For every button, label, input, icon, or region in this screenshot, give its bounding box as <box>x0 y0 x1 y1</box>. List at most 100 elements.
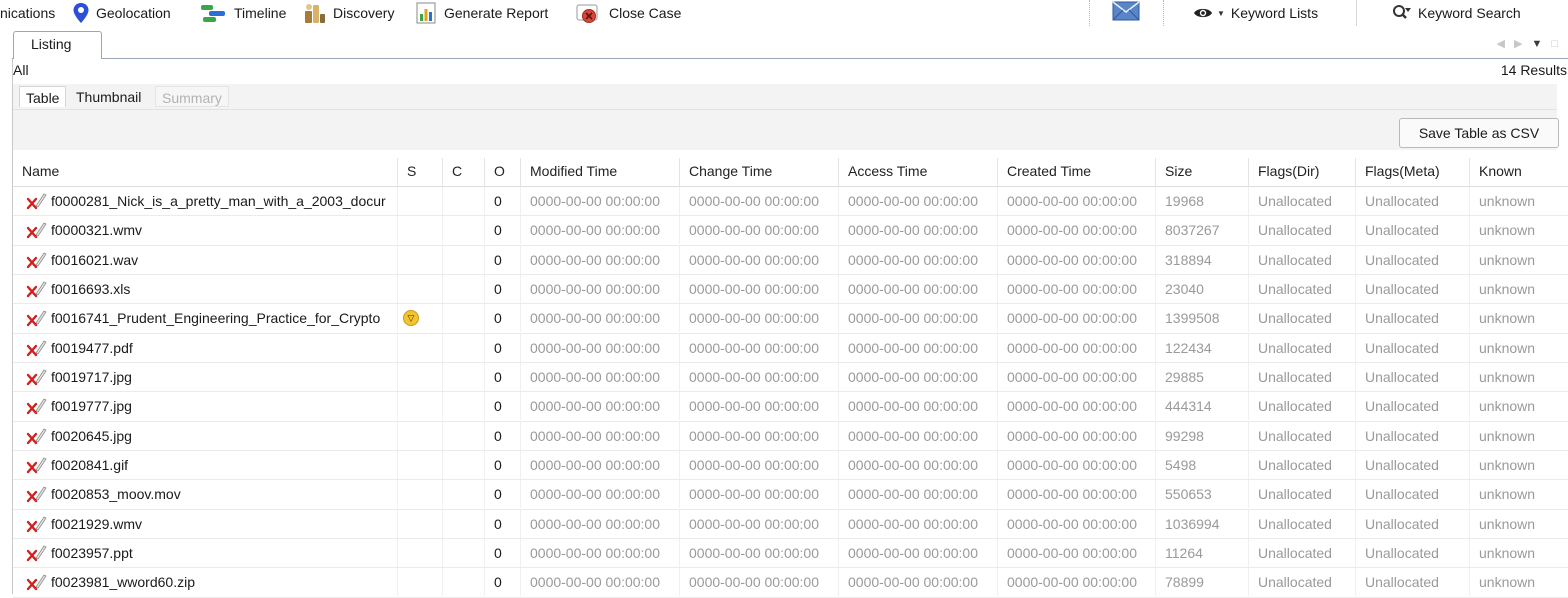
cell-name: f0000281_Nick_is_a_pretty_man_with_a_200… <box>13 187 397 215</box>
table-row[interactable]: f0020853_moov.mov 0 0000-00-00 00:00:00 000… <box>13 480 1568 510</box>
listing-panel: All 14 Results Table Thumbnail Summary S… <box>12 59 1568 598</box>
close-case-button[interactable]: Close Case <box>575 2 681 24</box>
table-row[interactable]: f0020841.gif 0 0000-00-00 00:00:00 0000-00-… <box>13 450 1568 481</box>
results-count-suffix: Results <box>1520 62 1567 78</box>
table-row[interactable]: f0019717.jpg 0 0000-00-00 00:00:00 0000-00-… <box>13 362 1568 393</box>
scroll-tabs-right-icon[interactable]: ▶ <box>1514 37 1522 51</box>
cell-flags-dir: Unallocated <box>1248 480 1355 509</box>
deleted-file-icon <box>26 281 47 298</box>
column-header-s[interactable]: S <box>397 158 442 186</box>
generate-report-button[interactable]: Generate Report <box>416 2 548 24</box>
cell-created-time: 0000-00-00 00:00:00 <box>997 274 1155 303</box>
cell-flags-dir: Unallocated <box>1248 538 1355 567</box>
tab-table[interactable]: Table <box>19 86 67 107</box>
table-row[interactable]: f0019777.jpg 0 0000-00-00 00:00:00 0000-00-… <box>13 392 1568 422</box>
save-table-csv-button[interactable]: Save Table as CSV <box>1399 118 1559 148</box>
cell-access-time: 0000-00-00 00:00:00 <box>838 538 997 567</box>
table-row[interactable]: f0020645.jpg 0 0000-00-00 00:00:00 0000-00-… <box>13 421 1568 451</box>
cell-flags-dir: Unallocated <box>1248 421 1355 450</box>
deleted-file-icon <box>26 193 47 210</box>
cell-c <box>442 216 484 245</box>
column-header-flags-meta[interactable]: Flags(Meta) <box>1355 158 1469 186</box>
timeline-button[interactable]: Timeline <box>200 2 286 24</box>
keyword-search-button[interactable]: Keyword Search <box>1392 2 1521 24</box>
cell-size: 1036994 <box>1155 509 1248 538</box>
column-header-flags-dir[interactable]: Flags(Dir) <box>1248 158 1355 186</box>
table-toolbar: Save Table as CSV <box>13 110 1559 150</box>
cell-known: unknown <box>1469 274 1568 303</box>
cell-flags-meta: Unallocated <box>1355 216 1469 245</box>
column-header-o[interactable]: O <box>484 158 520 186</box>
deleted-file-icon <box>26 252 47 268</box>
table-row[interactable]: f0016693.xls 0 0000-00-00 00:00:00 0000-00-… <box>13 274 1568 305</box>
cell-size: 444314 <box>1155 392 1248 421</box>
cell-known: unknown <box>1469 480 1568 509</box>
file-name: f0019477.pdf <box>51 339 133 356</box>
cell-created-time: 0000-00-00 00:00:00 <box>997 187 1155 215</box>
cell-c <box>442 568 484 597</box>
communications-button[interactable]: nications <box>0 2 55 24</box>
cell-created-time: 0000-00-00 00:00:00 <box>997 568 1155 597</box>
dropdown-arrow-icon: ▼ <box>1217 8 1225 18</box>
file-name: f0016693.xls <box>51 280 131 297</box>
cell-modified-time: 0000-00-00 00:00:00 <box>520 392 679 421</box>
cell-o: 0 <box>484 568 520 597</box>
tab-thumbnail[interactable]: Thumbnail <box>70 86 147 107</box>
cell-created-time: 0000-00-00 00:00:00 <box>997 362 1155 391</box>
column-header-size[interactable]: Size <box>1155 158 1248 186</box>
deleted-file-icon <box>26 340 47 356</box>
cell-created-time: 0000-00-00 00:00:00 <box>997 509 1155 538</box>
table-row[interactable]: f0019477.pdf 0 0000-00-00 00:00:00 0000-00-… <box>13 333 1568 363</box>
cell-flags-meta: Unallocated <box>1355 509 1469 538</box>
column-header-known[interactable]: Known <box>1469 158 1568 186</box>
cell-flags-meta: Unallocated <box>1355 392 1469 421</box>
cell-created-time: 0000-00-00 00:00:00 <box>997 421 1155 450</box>
tab-listing[interactable]: Listing <box>13 31 102 59</box>
keyword-lists-button[interactable]: ▼ Keyword Lists <box>1193 2 1318 24</box>
cell-access-time: 0000-00-00 00:00:00 <box>838 392 997 421</box>
toolbar-separator <box>1163 0 1164 26</box>
cell-o: 0 <box>484 509 520 538</box>
column-header-c[interactable]: C <box>442 158 484 186</box>
toolbar-separator <box>1089 0 1090 26</box>
cell-modified-time: 0000-00-00 00:00:00 <box>520 568 679 597</box>
tab-list-dropdown-icon[interactable]: ▼ <box>1531 37 1542 51</box>
file-name: f0016741_Prudent_Engineering_Practice_fo… <box>51 310 381 327</box>
cell-name: f0016021.wav <box>13 246 397 274</box>
table-row[interactable]: f0023957.ppt 0 0000-00-00 00:00:00 0000-00-… <box>13 538 1568 569</box>
main-toolbar: nications Geolocation Timeline Discovery… <box>0 0 1568 26</box>
email-button[interactable] <box>1112 0 1140 22</box>
file-name: f0000321.wmv <box>51 222 143 239</box>
table-row[interactable]: f0000321.wmv 0 0000-00-00 00:00:00 0000-00-… <box>13 216 1568 246</box>
cell-modified-time: 0000-00-00 00:00:00 <box>520 450 679 479</box>
file-name: f0000281_Nick_is_a_pretty_man_with_a_200… <box>51 193 386 209</box>
scroll-tabs-left-icon[interactable]: ◀ <box>1497 37 1505 51</box>
cell-name: f0016741_Prudent_Engineering_Practice_fo… <box>13 304 397 332</box>
cell-known: unknown <box>1469 216 1568 245</box>
results-count-number: 14 <box>1500 62 1517 78</box>
cell-c <box>442 392 484 421</box>
table-row[interactable]: f0021929.wmv 0 0000-00-00 00:00:00 0000-00-… <box>13 509 1568 539</box>
table-row[interactable]: f0023981_wword60.zip 0 0000-00-00 00:00:00… <box>13 568 1568 598</box>
cell-created-time: 0000-00-00 00:00:00 <box>997 480 1155 509</box>
cell-s <box>397 333 442 362</box>
cell-s <box>397 480 442 509</box>
file-name: f0016021.wav <box>51 251 139 268</box>
column-header-access-time[interactable]: Access Time <box>838 158 997 186</box>
column-header-modified-time[interactable]: Modified Time <box>520 158 679 186</box>
maximize-icon[interactable]: □ <box>1551 37 1558 51</box>
table-row[interactable]: f0016021.wav 0 0000-00-00 00:00:00 0000-00-… <box>13 245 1568 275</box>
cell-flags-meta: Unallocated <box>1355 450 1469 479</box>
cell-name: f0023957.ppt <box>13 539 397 567</box>
table-row[interactable]: f0016741_Prudent_Engineering_Practice_fo… <box>13 304 1568 334</box>
discovery-button[interactable]: Discovery <box>303 2 394 24</box>
column-header-change-time[interactable]: Change Time <box>679 158 838 186</box>
column-header-name[interactable]: Name <box>13 158 397 186</box>
cell-flags-meta: Unallocated <box>1355 245 1469 274</box>
cell-size: 23040 <box>1155 274 1248 303</box>
geolocation-button[interactable]: Geolocation <box>72 2 171 24</box>
table-row[interactable]: f0000281_Nick_is_a_pretty_man_with_a_200… <box>13 187 1568 217</box>
cell-known: unknown <box>1469 568 1568 597</box>
cell-flags-meta: Unallocated <box>1355 362 1469 391</box>
column-header-created-time[interactable]: Created Time <box>997 158 1155 186</box>
